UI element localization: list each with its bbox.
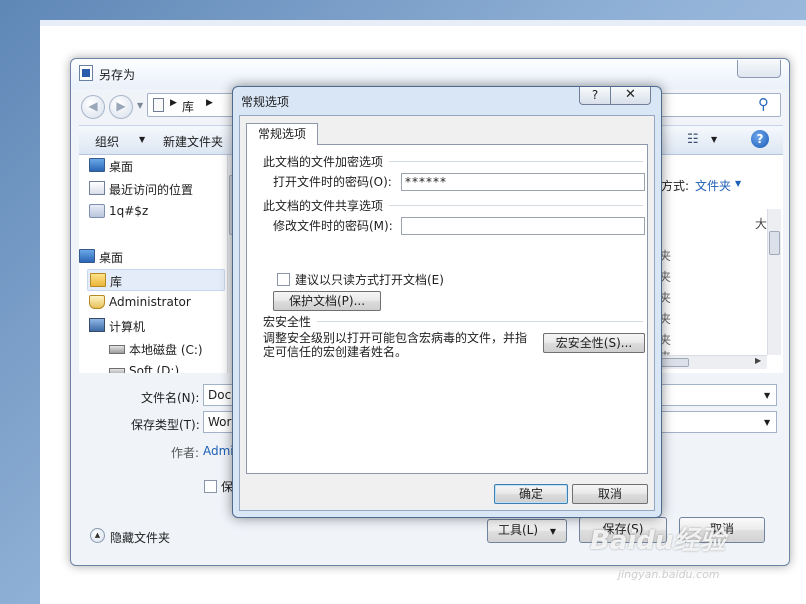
section-divider bbox=[389, 205, 643, 206]
filename-label: 文件名(N): bbox=[141, 391, 200, 405]
recent-locations-chevron-icon[interactable]: ▼ bbox=[137, 101, 143, 110]
open-password-input[interactable]: ****** bbox=[401, 173, 645, 191]
file-list-vertical-scrollbar[interactable] bbox=[767, 209, 781, 355]
organize-button[interactable]: 组织 bbox=[95, 133, 119, 150]
sharing-section-heading: 此文档的文件共享选项 bbox=[263, 199, 384, 213]
nav-item-desktop-fav[interactable]: 桌面 bbox=[89, 155, 232, 177]
section-divider bbox=[389, 161, 643, 162]
disk-icon bbox=[109, 345, 125, 354]
new-folder-button[interactable]: 新建文件夹 bbox=[163, 133, 223, 150]
scroll-right-icon[interactable]: ▶ bbox=[755, 356, 761, 365]
cancel-button[interactable]: 取消 bbox=[572, 484, 648, 504]
chevron-down-icon[interactable]: ▼ bbox=[764, 418, 770, 427]
monitor-icon bbox=[79, 249, 95, 263]
chevron-down-icon[interactable]: ▼ bbox=[764, 391, 770, 400]
nav-item-user-folder[interactable]: 1q#$z bbox=[89, 201, 232, 223]
chevron-down-icon[interactable]: ▼ bbox=[735, 179, 741, 188]
column-header-size[interactable]: 大 bbox=[755, 215, 767, 232]
nav-item-label: 1q#$z bbox=[109, 204, 149, 218]
save-type-value: Wor bbox=[208, 415, 232, 429]
general-options-panel: 此文档的文件加密选项 打开文件时的密码(O): ****** 此文档的文件共享选… bbox=[246, 144, 648, 474]
macro-security-description: 调整安全级别以打开可能包含宏病毒的文件，并指定可信任的宏创建者姓名。 bbox=[263, 331, 528, 359]
navigation-pane: 桌面 最近访问的位置 1q#$z 桌面 库 Administrator 计算机 bbox=[79, 155, 233, 373]
baidu-watermark: Baidu经验 bbox=[590, 526, 726, 556]
ok-button[interactable]: 确定 bbox=[494, 484, 568, 504]
nav-item-computer[interactable]: 计算机 bbox=[89, 315, 232, 337]
recent-places-icon bbox=[89, 181, 105, 195]
read-only-recommended-checkbox[interactable] bbox=[277, 273, 290, 286]
save-as-titlebar: 另存为 bbox=[71, 59, 789, 89]
disk-icon bbox=[109, 368, 125, 373]
computer-icon bbox=[89, 318, 105, 332]
forward-arrow-icon[interactable]: ▶ bbox=[109, 95, 133, 119]
chevron-down-icon: ▼ bbox=[549, 527, 557, 536]
nav-item-label: 桌面 bbox=[109, 160, 134, 174]
author-label: 作者: bbox=[171, 446, 200, 460]
nav-item-administrator[interactable]: Administrator bbox=[89, 292, 232, 314]
help-icon[interactable]: ? bbox=[579, 87, 611, 105]
general-options-title: 常规选项 bbox=[241, 95, 290, 109]
nav-item-library[interactable]: 库 bbox=[87, 269, 225, 291]
tab-general-options[interactable]: 常规选项 bbox=[246, 123, 318, 145]
close-icon[interactable]: ✕ bbox=[611, 87, 651, 105]
open-password-label: 打开文件时的密码(O): bbox=[273, 175, 392, 189]
read-only-recommended-label[interactable]: 建议以只读方式打开文档(E) bbox=[295, 271, 444, 288]
modify-password-label: 修改文件时的密码(M): bbox=[273, 219, 393, 233]
breadcrumb-separator-icon[interactable]: ▶ bbox=[206, 98, 213, 108]
macro-security-button[interactable]: 宏安全性(S)... bbox=[543, 333, 645, 353]
chevron-up-icon[interactable]: ▲ bbox=[90, 528, 105, 543]
nav-item-label: Soft (D:) bbox=[129, 364, 180, 373]
word-app-icon bbox=[79, 65, 93, 81]
section-divider bbox=[317, 321, 643, 322]
save-as-title: 另存为 bbox=[99, 68, 136, 82]
author-value[interactable]: Admi bbox=[203, 444, 234, 458]
general-options-body: 常规选项 此文档的文件加密选项 打开文件时的密码(O): ****** 此文档的… bbox=[239, 115, 655, 511]
open-password-value: ****** bbox=[405, 175, 447, 189]
breadcrumb-separator-icon[interactable]: ▶ bbox=[170, 98, 177, 108]
scrollbar-thumb[interactable] bbox=[661, 358, 689, 367]
baidu-watermark-url: jingyan.baidu.com bbox=[618, 568, 720, 581]
word-ribbon-edge bbox=[40, 20, 806, 26]
save-as-close-button[interactable] bbox=[737, 60, 781, 78]
user-icon bbox=[89, 295, 105, 309]
back-arrow-icon[interactable]: ◀ bbox=[81, 95, 105, 119]
file-list-horizontal-scrollbar[interactable]: ▶ bbox=[659, 355, 767, 369]
save-thumbnail-checkbox[interactable] bbox=[204, 480, 217, 493]
help-icon[interactable]: ? bbox=[751, 130, 769, 148]
filename-value: Doc bbox=[208, 388, 232, 402]
arrange-by-label: 方式: bbox=[661, 179, 690, 193]
nav-item-drive-d[interactable]: Soft (D:) bbox=[109, 361, 227, 373]
monitor-icon bbox=[89, 158, 105, 172]
tools-button-label: 工具(L) bbox=[497, 523, 539, 537]
library-icon bbox=[90, 273, 106, 287]
chevron-down-icon[interactable]: ▼ bbox=[711, 135, 717, 144]
chevron-down-icon[interactable]: ▼ bbox=[139, 135, 145, 144]
views-icon[interactable]: ☷ bbox=[687, 132, 699, 147]
breadcrumb-library[interactable]: 库 bbox=[182, 98, 194, 115]
nav-item-label: 本地磁盘 (C:) bbox=[129, 343, 203, 357]
macro-security-heading: 宏安全性 bbox=[263, 315, 312, 329]
nav-item-label: Administrator bbox=[109, 295, 191, 309]
tools-button[interactable]: 工具(L) ▼ bbox=[487, 519, 567, 543]
protect-document-button[interactable]: 保护文档(P)... bbox=[273, 291, 381, 311]
general-options-dialog: 常规选项 ? ✕ 常规选项 此文档的文件加密选项 打开文件时的密码(O): **… bbox=[232, 86, 662, 518]
nav-item-label: 库 bbox=[110, 275, 123, 289]
hide-folders-button[interactable]: 隐藏文件夹 bbox=[110, 529, 170, 546]
nav-item-recent-places[interactable]: 最近访问的位置 bbox=[89, 178, 232, 200]
scrollbar-thumb[interactable] bbox=[769, 231, 780, 255]
user-folder-icon bbox=[89, 204, 105, 218]
nav-item-label: 桌面 bbox=[99, 251, 124, 265]
nav-item-desktop[interactable]: 桌面 bbox=[79, 246, 225, 268]
nav-item-drive-c[interactable]: 本地磁盘 (C:) bbox=[109, 338, 227, 360]
nav-item-label: 最近访问的位置 bbox=[109, 183, 194, 197]
save-type-label: 保存类型(T): bbox=[131, 418, 200, 432]
nav-item-label: 计算机 bbox=[109, 320, 146, 334]
page-icon bbox=[153, 98, 164, 112]
arrange-by-selector[interactable]: 文件夹 bbox=[695, 177, 731, 194]
encryption-section-heading: 此文档的文件加密选项 bbox=[263, 155, 384, 169]
search-icon[interactable]: ⚲ bbox=[758, 95, 769, 113]
modify-password-input[interactable] bbox=[401, 217, 645, 235]
